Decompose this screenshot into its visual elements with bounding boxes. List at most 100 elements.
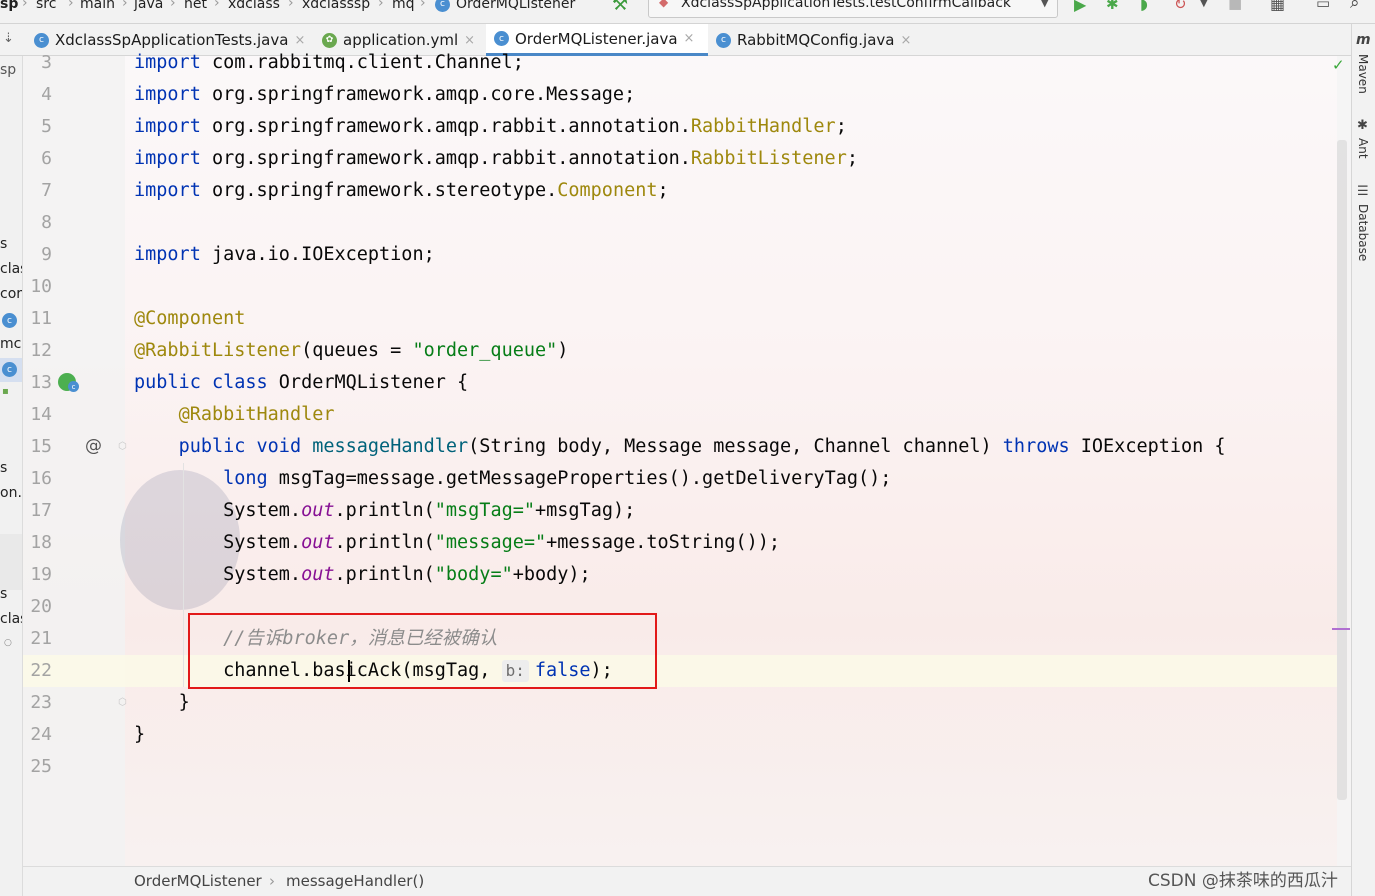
code-line-19[interactable]: System.out.println("body="+body); <box>134 559 591 591</box>
close-icon[interactable]: × <box>684 31 695 46</box>
breadcrumb-project[interactable]: sp <box>0 0 18 12</box>
code-line-16[interactable]: long msgTag=message.getMessageProperties… <box>134 463 891 495</box>
line-number: 5 <box>41 116 52 137</box>
line-number: 15 <box>30 436 52 457</box>
tab-label: OrderMQListener.java <box>515 29 678 48</box>
code-line-18[interactable]: System.out.println("message="+message.to… <box>134 527 780 559</box>
annotation-class: RabbitHandler <box>690 116 836 137</box>
tool-window-ant[interactable]: Ant <box>1356 138 1370 159</box>
run-config-label: XdclassSpApplicationTests.testConfirmCal… <box>681 0 1012 11</box>
code-line-17[interactable]: System.out.println("msgTag="+msgTag); <box>134 495 635 527</box>
tool-window-database[interactable]: Database <box>1356 204 1370 261</box>
code-text: msgTag=message.getMessageProperties().ge… <box>267 468 892 489</box>
layout-icon[interactable]: ▭ <box>1316 0 1330 12</box>
breadcrumb-method[interactable]: messageHandler() <box>286 872 424 890</box>
code-line-11[interactable]: @Component <box>134 303 245 335</box>
project-item[interactable]: clas <box>0 611 22 627</box>
code-line-5[interactable]: import org.springframework.amqp.rabbit.a… <box>134 111 847 143</box>
database-icon: ☰ <box>1357 184 1369 199</box>
coverage-icon[interactable]: ◗ <box>1140 0 1148 13</box>
hammer-icon[interactable]: ⚒ <box>612 0 628 15</box>
override-marker-icon[interactable]: @ <box>85 436 102 456</box>
code-text: .println( <box>334 532 435 553</box>
line-number: 10 <box>30 276 52 297</box>
breadcrumb-mq[interactable]: mq <box>392 0 415 12</box>
profile-icon[interactable]: ↻ <box>1174 0 1187 13</box>
breadcrumb-java[interactable]: java <box>134 0 163 12</box>
code-line-6[interactable]: import org.springframework.amqp.rabbit.a… <box>134 143 858 175</box>
code-line-13[interactable]: public class OrderMQListener { <box>134 367 468 399</box>
scrollbar-thumb[interactable] <box>1337 140 1347 800</box>
line-number: 16 <box>30 468 52 489</box>
keyword: import <box>134 180 201 201</box>
line-number: 21 <box>30 628 52 649</box>
tab-overflow-icon[interactable]: ⇣ <box>3 31 14 46</box>
breadcrumb-xdclass[interactable]: xdclass <box>228 0 280 12</box>
line-number: 3 <box>41 52 52 73</box>
ide-window: { "breadcrumb": ["sp","src","main","java… <box>0 0 1375 896</box>
project-item[interactable]: mc <box>0 336 21 352</box>
string-literal: "message=" <box>434 532 547 553</box>
close-icon[interactable]: × <box>900 33 911 48</box>
stop-icon[interactable]: ■ <box>1228 0 1242 12</box>
tab-rabbitmqconfig[interactable]: c RabbitMQConfig.java × <box>716 24 916 56</box>
keyword: throws <box>1002 436 1070 457</box>
breadcrumb-class-label: OrderMQListener <box>456 0 576 12</box>
code-text: .println( <box>334 564 435 585</box>
inspection-ok-icon[interactable]: ✓ <box>1332 56 1345 74</box>
code-line-15[interactable]: public void messageHandler(String body, … <box>134 431 1226 463</box>
breadcrumb-class[interactable]: c OrderMQListener <box>435 0 575 12</box>
keyword: import <box>134 148 201 169</box>
code-line-24[interactable]: } <box>134 719 145 751</box>
project-panel-edge: sp s clas cor c mc c ▪ s on.y s clas ○ <box>0 56 23 896</box>
chevron-right-icon: › <box>170 0 176 11</box>
chevron-down-icon[interactable]: ▼ <box>1200 0 1208 9</box>
code-line-12[interactable]: @RabbitListener(queues = "order_queue") <box>134 335 568 367</box>
code-text: java.io.IOException; <box>200 244 435 265</box>
project-item[interactable]: cor <box>0 286 22 302</box>
code-line-7[interactable]: import org.springframework.stereotype.Co… <box>134 175 669 207</box>
line-number: 22 <box>30 660 52 681</box>
fold-icon[interactable]: ⬡ <box>118 697 127 708</box>
chevron-right-icon: › <box>378 0 384 11</box>
chevron-right-icon: › <box>420 0 426 11</box>
breadcrumb-net[interactable]: net <box>184 0 207 12</box>
fold-icon[interactable]: ⬡ <box>118 441 127 452</box>
code-line-4[interactable]: import org.springframework.amqp.core.Mes… <box>134 79 635 111</box>
breadcrumb-class[interactable]: OrderMQListener <box>134 872 262 890</box>
code-line-3[interactable]: import com.rabbitmq.client.Channel; <box>134 47 524 79</box>
code-line-23[interactable]: } <box>134 687 190 719</box>
dot-icon: ○ <box>4 638 12 648</box>
project-item[interactable]: s <box>0 236 7 252</box>
keyword: long <box>223 468 268 489</box>
run-config-dropdown[interactable]: ◆ XdclassSpApplicationTests.testConfirmC… <box>648 0 1058 18</box>
selected-item[interactable]: c <box>0 358 22 382</box>
project-item[interactable]: on.y <box>0 485 22 501</box>
project-item[interactable]: clas <box>0 261 22 277</box>
close-icon[interactable]: × <box>464 33 475 48</box>
breadcrumb-src[interactable]: src <box>36 0 56 12</box>
class-icon: c <box>494 31 509 46</box>
project-item[interactable]: sp <box>0 62 16 78</box>
line-number: 20 <box>30 596 52 617</box>
keyword: public void <box>178 436 302 457</box>
project-structure-icon[interactable]: ▦ <box>1270 0 1285 13</box>
run-icon[interactable]: ▶ <box>1074 0 1086 14</box>
breadcrumb-xdclasssp[interactable]: xdclasssp <box>302 0 370 12</box>
tool-window-maven[interactable]: Maven <box>1356 54 1370 94</box>
close-icon[interactable]: × <box>294 33 305 48</box>
code-line-9[interactable]: import java.io.IOException; <box>134 239 435 271</box>
class-icon: c <box>2 362 17 377</box>
project-item[interactable]: s <box>0 460 7 476</box>
debug-icon[interactable]: ✱ <box>1106 0 1119 13</box>
search-icon[interactable]: ⌕ <box>1350 0 1360 13</box>
method-name: messageHandler <box>301 436 469 457</box>
breadcrumb-main[interactable]: main <box>80 0 115 12</box>
project-item[interactable]: s <box>0 586 7 602</box>
code-text: +msgTag); <box>535 500 636 521</box>
yaml-icon: ✿ <box>322 32 337 48</box>
code-text: } <box>134 724 146 745</box>
code-line-14[interactable]: @RabbitHandler <box>134 399 335 431</box>
annotation: @Component <box>134 308 246 329</box>
class-icon: c <box>716 32 731 48</box>
